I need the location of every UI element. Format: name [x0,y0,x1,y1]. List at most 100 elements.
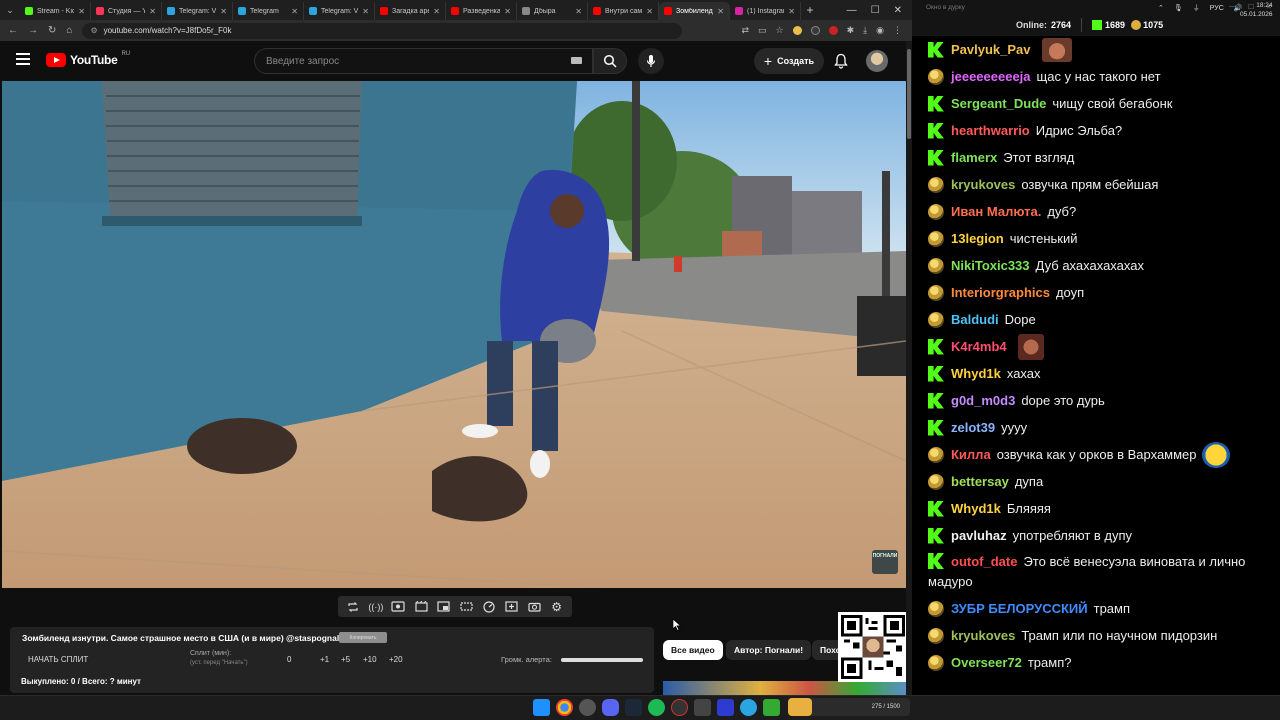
tab-close-icon[interactable]: ✕ [788,7,795,16]
video-player[interactable] [2,81,906,588]
chat-username[interactable]: Иван Малюта. [951,198,1041,225]
alert-volume-slider[interactable] [561,658,643,662]
scrollbar-thumb[interactable] [907,49,911,139]
chat-username[interactable]: Килла [951,441,991,468]
split-add-5-button[interactable]: +5 [341,655,350,664]
menu-dots-icon[interactable]: ⋮ [893,25,902,36]
chrome-icon[interactable] [556,699,573,716]
broadcast-icon[interactable]: ((·)) [368,601,383,613]
network-tray-icon[interactable]: ⏚ [1193,3,1200,13]
extension-icon[interactable] [828,26,838,35]
site-info-icon[interactable]: ⚙ [90,26,97,35]
chat-username[interactable]: bettersay [951,468,1009,495]
add-clip-icon[interactable] [504,601,518,613]
chat-username[interactable]: Overseer72 [951,649,1022,676]
browser-tab[interactable]: Внутри самой✕ [588,2,659,20]
language-indicator[interactable]: РУС [1210,5,1224,12]
chat-username[interactable]: 13legion [951,225,1004,252]
stream-counter-widget[interactable]: 275 / 1500 [788,698,910,716]
browser-tab[interactable]: Telegram: View✕ [304,2,375,20]
chat-username[interactable]: Whyd1k [951,495,1001,522]
chat-username[interactable]: Whyd1k [951,360,1001,387]
downloads-icon[interactable]: ⤓ [863,25,867,36]
chip-all-videos[interactable]: Все видео [663,640,723,660]
chat-username[interactable]: NikiToxic333 [951,252,1030,279]
new-tab-button[interactable]: + [801,3,819,17]
voice-search-button[interactable] [638,48,664,74]
browser-tab[interactable]: Telegram: View✕ [162,2,233,20]
hamburger-menu-icon[interactable] [16,53,30,65]
chat-username[interactable]: ЗУБР БЕЛОРУССКИЙ [951,595,1088,622]
browser-tab[interactable]: Зомбиленд ✕ [659,2,730,20]
account-avatar[interactable] [866,50,888,72]
bookmark-star-icon[interactable]: ☆ [776,25,784,36]
chat-username[interactable]: pavluhaz [951,522,1007,549]
screenshot-icon[interactable] [391,601,406,613]
mic-tray-icon[interactable]: 🎙 [1174,4,1183,12]
chat-username[interactable]: K4r4mb4 [951,333,1007,360]
extensions-puzzle-icon[interactable]: ✱ [847,25,855,36]
maximize-icon[interactable]: ☐ [871,5,880,16]
split-add-20-button[interactable]: +20 [389,655,403,664]
keyboard-icon[interactable] [571,57,582,64]
tab-close-icon[interactable]: ✕ [646,7,653,16]
chip-author[interactable]: Автор: Погнали! [726,640,812,660]
cinema-icon[interactable] [414,601,428,613]
copy-title-button[interactable]: Копировать [339,632,387,643]
split-add-1-button[interactable]: +1 [320,655,329,664]
close-icon[interactable]: ✕ [894,5,902,16]
picture-in-picture-icon[interactable] [437,601,451,613]
chat-message-list[interactable]: Pavlyuk_Pav jeeeeeeeeeja щас у нас такого … [912,36,1280,695]
tab-close-icon[interactable]: ✕ [362,7,369,16]
app-icon[interactable] [579,699,596,716]
chat-username[interactable]: flamerx [951,144,997,171]
home-icon[interactable]: ⌂ [66,25,72,36]
browser-tab[interactable]: Stream - Kick ✕ [20,2,91,20]
tab-close-icon[interactable]: ✕ [220,7,227,16]
browser-tab[interactable]: Telegram ✕ [233,2,304,20]
extension-icon[interactable] [810,26,820,35]
cast-icon[interactable]: ▭ [758,25,767,36]
tab-close-icon[interactable]: ✕ [433,7,440,16]
spotify-icon[interactable] [648,699,665,716]
search-input[interactable]: Введите запрос [254,48,593,74]
tab-close-icon[interactable]: ✕ [78,7,85,16]
profile-icon[interactable]: ◉ [876,25,884,36]
settings-gear-icon[interactable]: ⚙ [550,600,564,614]
forward-icon[interactable]: → [28,25,38,36]
tab-close-icon[interactable]: ✕ [149,7,156,16]
chat-username[interactable]: Sergeant_Dude [951,90,1046,117]
tab-close-icon[interactable]: ✕ [717,7,724,16]
create-button[interactable]: + Создать [754,48,824,74]
camera-icon[interactable] [527,601,541,613]
notifications-bell-icon[interactable] [832,52,850,70]
browser-tab[interactable]: Разведенка ✕ [446,2,517,20]
extension-icon[interactable] [792,26,802,35]
tab-search-icon[interactable]: ⌄ [0,0,20,20]
app-icon[interactable] [694,699,711,716]
youtube-logo[interactable]: YouTube RU [46,51,130,67]
obs-icon[interactable] [671,699,688,716]
speed-gauge-icon[interactable] [482,600,496,613]
chat-username[interactable]: outof_date [951,554,1017,569]
url-field[interactable]: ⚙ youtube.com/watch?v=J8fDo5r_F0k [82,22,683,39]
theater-mode-icon[interactable] [459,601,473,613]
media-player-icon[interactable] [717,699,734,716]
tab-close-icon[interactable]: ✕ [575,7,582,16]
tab-close-icon[interactable]: ✕ [504,7,511,16]
split-add-10-button[interactable]: +10 [363,655,377,664]
browser-tab[interactable]: Студия — YouTube ✕ [91,2,162,20]
search-button[interactable] [593,48,627,74]
chat-username[interactable]: Interiorgraphics [951,279,1050,306]
chat-username[interactable]: zelot39 [951,414,995,441]
discord-icon[interactable] [602,699,619,716]
tray-overflow-icon[interactable]: ⌃ [1158,4,1164,12]
start-split-button[interactable]: НАЧАТЬ СПЛИТ [28,655,88,664]
chat-username[interactable]: hearthwarrio [951,117,1030,144]
chat-username[interactable]: kryukoves [951,171,1015,198]
chat-username[interactable]: kryukoves [951,622,1015,649]
system-clock[interactable]: 18:24 05.01.2026 [1240,1,1273,19]
browser-tab[interactable]: Загадка арестованного ✕ [375,2,446,20]
tab-close-icon[interactable]: ✕ [291,7,298,16]
app-icon[interactable] [763,699,780,716]
